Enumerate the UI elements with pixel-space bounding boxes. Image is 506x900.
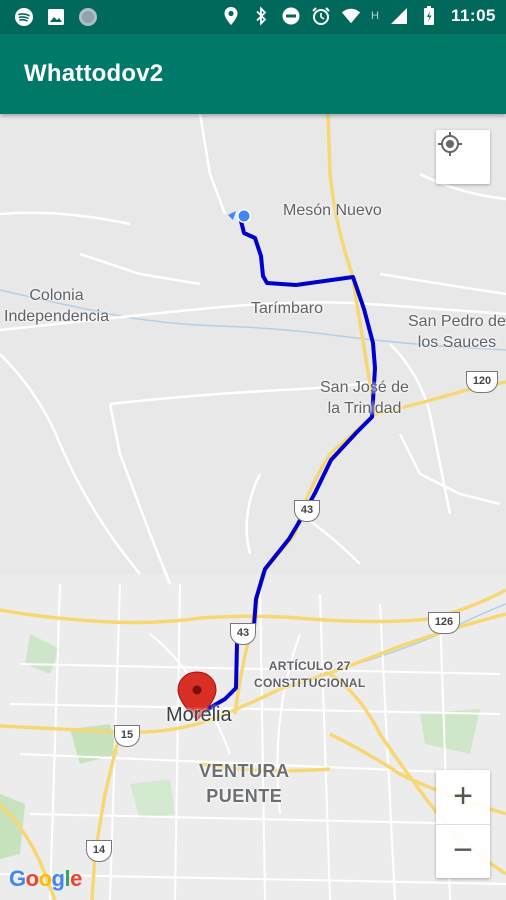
status-time: 11:05	[450, 6, 496, 25]
zoom-in-button[interactable]: +	[436, 770, 490, 825]
highway-shield-43: 43	[230, 623, 256, 645]
map-label-morelia: Morelia	[166, 704, 232, 726]
network-type-indicator: H	[371, 10, 379, 22]
map-label-san-jose: San José de la Trinidad	[320, 379, 409, 417]
battery-icon	[419, 6, 439, 26]
wifi-icon	[341, 6, 361, 26]
google-logo: Google	[9, 866, 82, 891]
alarm-icon	[311, 6, 331, 26]
my-location-button[interactable]	[436, 130, 490, 184]
do-not-disturb-icon	[281, 6, 301, 26]
app-title: Whattodov2	[24, 60, 164, 87]
map-view[interactable]: Mesón Nuevo Colonia Independencia Tarímb…	[0, 114, 506, 900]
map-label-san-pedro: San Pedro de los Sauces	[408, 313, 506, 351]
map-label-meson-nuevo: Mesón Nuevo	[283, 202, 382, 219]
map-label-articulo-27: ARTÍCULO 27 CONSTITUCIONAL	[254, 659, 366, 690]
spotify-icon	[14, 7, 34, 27]
signal-icon	[389, 6, 409, 26]
bluetooth-icon	[251, 6, 271, 26]
highway-shield-126: 126	[428, 612, 460, 634]
highway-shield-14: 14	[86, 840, 112, 862]
highway-shield-15: 15	[114, 725, 140, 747]
zoom-out-button[interactable]: −	[436, 824, 490, 878]
map-label-colonia-independencia: Colonia Independencia	[4, 287, 109, 325]
zoom-controls: + −	[436, 770, 490, 878]
highway-shield-120: 120	[466, 371, 498, 393]
crosshair-icon	[438, 132, 462, 156]
map-label-tarimbaro: Tarímbaro	[251, 300, 324, 317]
highway-shield-43: 43	[294, 500, 320, 522]
location-icon	[221, 6, 241, 26]
status-bar: H 11:05	[0, 0, 506, 34]
image-icon	[46, 7, 66, 27]
circle-app-icon	[78, 7, 98, 27]
app-bar: Whattodov2	[0, 34, 506, 114]
map-label-ventura-puente: VENTURA PUENTE	[199, 761, 290, 806]
